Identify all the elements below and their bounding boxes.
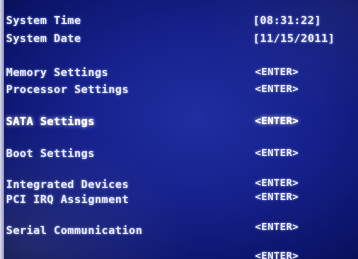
menu-item-pci-irq-assignment[interactable]: PCI IRQ Assignment bbox=[6, 193, 129, 206]
menu-item-sata-settings[interactable]: SATA Settings bbox=[6, 115, 95, 128]
menu-item-serial-communication[interactable]: Serial Communication bbox=[6, 224, 142, 237]
enter-indicator-memory-settings: <ENTER> bbox=[255, 67, 299, 78]
enter-indicator-processor-settings: <ENTER> bbox=[255, 84, 299, 95]
bios-setup-screen: System Time [08:31:22] System Date [11/1… bbox=[0, 0, 358, 259]
enter-indicator-sata-settings: <ENTER> bbox=[255, 116, 299, 127]
menu-item-integrated-devices[interactable]: Integrated Devices bbox=[6, 178, 129, 191]
menu-item-memory-settings[interactable]: Memory Settings bbox=[6, 66, 108, 79]
enter-indicator-pci-irq-assignment: <ENTER> bbox=[255, 192, 299, 203]
enter-indicator-partial: <ENTER> bbox=[255, 251, 299, 259]
enter-indicator-integrated-devices: <ENTER> bbox=[255, 178, 299, 189]
menu-item-boot-settings[interactable]: Boot Settings bbox=[6, 147, 95, 160]
enter-indicator-boot-settings: <ENTER> bbox=[255, 148, 299, 159]
system-date-label: System Date bbox=[6, 32, 82, 45]
menu-item-processor-settings[interactable]: Processor Settings bbox=[6, 83, 129, 96]
enter-indicator-serial-communication: <ENTER> bbox=[255, 222, 299, 233]
screen-left-edge bbox=[0, 0, 4, 259]
system-time-label: System Time bbox=[6, 14, 82, 27]
system-date-value[interactable]: [11/15/2011] bbox=[253, 32, 335, 45]
system-time-value[interactable]: [08:31:22] bbox=[253, 14, 321, 27]
